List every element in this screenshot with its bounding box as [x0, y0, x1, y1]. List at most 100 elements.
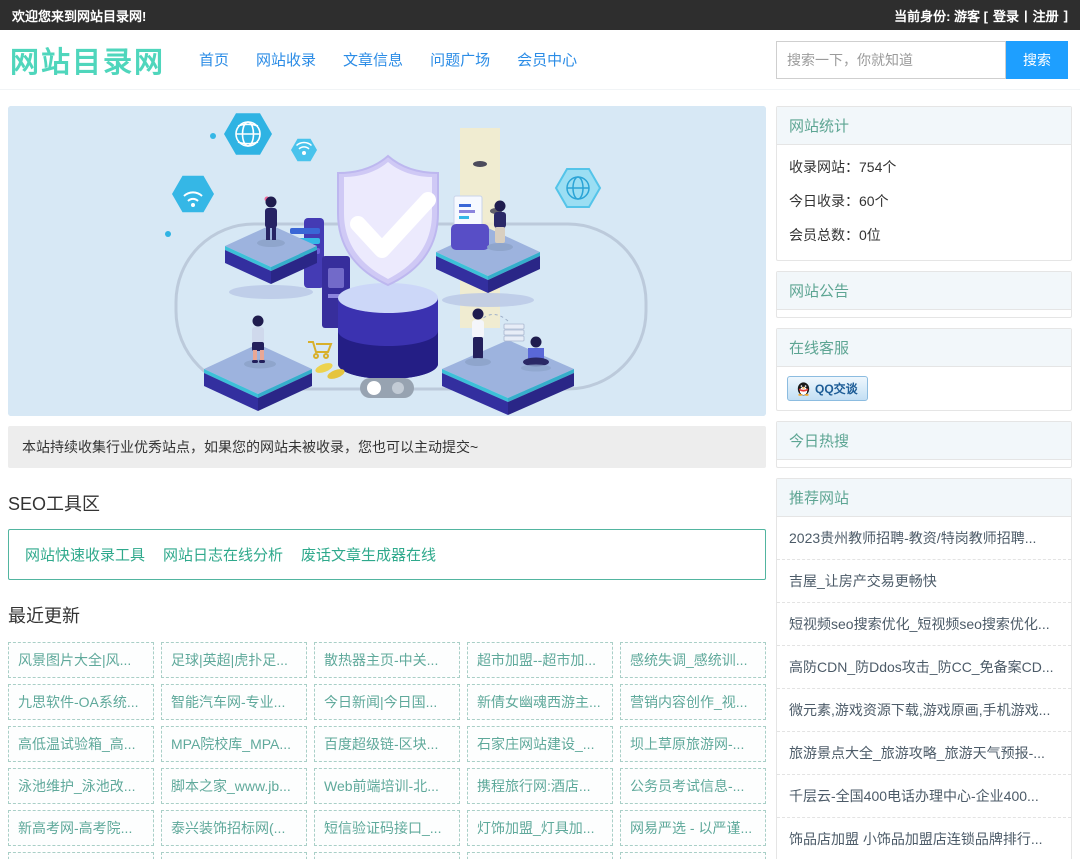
search-button[interactable]: 搜索	[1006, 41, 1068, 79]
seo-tool-link[interactable]: 网站快速收录工具	[25, 547, 145, 564]
recent-site-link[interactable]: 今日新闻|今日国...	[314, 684, 460, 720]
stats-label: 今日收录：	[789, 193, 859, 209]
recent-site-link[interactable]: 智能汽车网-专业...	[161, 684, 307, 720]
recent-site-link[interactable]: 感统失调_感统训...	[620, 642, 766, 678]
recent-site-link[interactable]: 新倩女幽魂西游主...	[467, 684, 613, 720]
login-link[interactable]: 登录	[993, 6, 1019, 25]
recent-site-link[interactable]: 泰兴装饰招标网(...	[161, 810, 307, 846]
recent-site-link[interactable]: 泳池维护_泳池改...	[8, 768, 154, 804]
recent-site-link[interactable]: 携程旅行网:酒店...	[467, 768, 613, 804]
stats-row: 会员总数：0位	[789, 218, 1059, 252]
recommended-item: 2023贵州教师招聘-教资/特岗教师招聘...	[777, 517, 1071, 560]
stats-row: 今日收录：60个	[789, 184, 1059, 218]
recommended-item: 千层云-全国400电话办理中心-企业400...	[777, 775, 1071, 818]
site-header: 网站目录网 首页 网站收录 文章信息 问题广场 会员中心 搜索	[0, 30, 1080, 90]
announcement-panel: 网站公告	[776, 271, 1072, 318]
hot-search-title: 今日热搜	[777, 422, 1071, 460]
qq-chat-label: QQ交谈	[815, 380, 858, 397]
sidebar: 网站统计 收录网站：754个 今日收录：60个 会员总数：0位 网站公告 在线客…	[776, 106, 1072, 859]
recent-site-link[interactable]: 营销内容创作_视...	[620, 684, 766, 720]
nav-link[interactable]: 问题广场	[430, 49, 490, 70]
recommended-item: 高防CDN_防Ddos攻击_防CC_免备案CD...	[777, 646, 1071, 689]
recommended-site-link[interactable]: 微元素,游戏资源下载,游戏原画,手机游戏...	[777, 689, 1071, 731]
nav-link[interactable]: 首页	[199, 49, 229, 70]
recommended-site-link[interactable]: 旅游景点大全_旅游攻略_旅游天气预报-...	[777, 732, 1071, 774]
seo-tool-link[interactable]: 废话文章生成器在线	[301, 547, 436, 564]
recent-site-link[interactable]: 脚本之家_www.jb...	[161, 768, 307, 804]
recommended-panel: 推荐网站 2023贵州教师招聘-教资/特岗教师招聘...吉屋_让房产交易更畅快短…	[776, 478, 1072, 859]
person-figure	[451, 196, 513, 251]
stats-value: 0位	[859, 227, 881, 243]
recent-site-link[interactable]: Web前端培训-北...	[314, 768, 460, 804]
recommended-item: 饰品店加盟 小饰品加盟店连锁品牌排行...	[777, 818, 1071, 859]
identity-suffix: ]	[1064, 8, 1068, 23]
recent-site-link[interactable]: 百度超级链-区块...	[314, 726, 460, 762]
hero-illustration	[8, 106, 766, 416]
search-input[interactable]	[776, 41, 1006, 79]
stats-panel: 网站统计 收录网站：754个 今日收录：60个 会员总数：0位	[776, 106, 1072, 261]
recent-site-link[interactable]: 九思软件-OA系统...	[8, 684, 154, 720]
recent-site-link[interactable]: 网易严选 - 以严谨...	[620, 810, 766, 846]
recommended-item: 微元素,游戏资源下载,游戏原画,手机游戏...	[777, 689, 1071, 732]
recommended-site-link[interactable]: 高防CDN_防Ddos攻击_防CC_免备案CD...	[777, 646, 1071, 688]
recent-updates-title: 最近更新	[8, 602, 766, 628]
recent-site-link[interactable]: 石家庄网站建设_...	[467, 726, 613, 762]
customer-service-body: QQ交谈	[777, 367, 1071, 410]
recent-updates-grid: 风景图片大全|风...足球|英超|虎扑足...散热器主页-中关...超市加盟--…	[8, 642, 766, 859]
welcome-text: 欢迎您来到网站目录网!	[12, 6, 146, 25]
recent-site-link[interactable]: 短信验证码接口_...	[314, 810, 460, 846]
recent-site-link[interactable]: 高新技术企业认证...	[620, 852, 766, 859]
customer-service-title: 在线客服	[777, 329, 1071, 367]
seo-tool-link[interactable]: 网站日志在线分析	[163, 547, 283, 564]
identity-divider: |	[1024, 8, 1028, 23]
recent-site-link[interactable]: 新高考网-高考院...	[8, 810, 154, 846]
recent-site-link[interactable]: 休闲食品加盟 休...	[8, 852, 154, 859]
recommended-site-link[interactable]: 吉屋_让房产交易更畅快	[777, 560, 1071, 602]
stats-body: 收录网站：754个 今日收录：60个 会员总数：0位	[777, 145, 1071, 260]
recent-site-link[interactable]: 智能汽车时代的畅...	[314, 852, 460, 859]
recent-site-link[interactable]: 足球|英超|虎扑足...	[161, 642, 307, 678]
recent-site-link[interactable]: 网易数智 - 助力企...	[161, 852, 307, 859]
hot-search-panel: 今日热搜	[776, 421, 1072, 468]
recent-site-link[interactable]: 风景图片大全|风...	[8, 642, 154, 678]
identity-label: 当前身份: 游客 [	[894, 6, 988, 25]
stats-panel-title: 网站统计	[777, 107, 1071, 145]
identity-bar: 当前身份: 游客 [ 登录 | 注册 ]	[894, 6, 1068, 25]
recent-site-link[interactable]: MPA院校库_MPA...	[161, 726, 307, 762]
register-link[interactable]: 注册	[1033, 6, 1059, 25]
recommended-item: 吉屋_让房产交易更畅快	[777, 560, 1071, 603]
qq-chat-button[interactable]: QQ交谈	[787, 376, 868, 401]
recommended-title: 推荐网站	[777, 479, 1071, 517]
submit-notice: 本站持续收集行业优秀站点，如果您的网站未被收录，您也可以主动提交~	[8, 426, 766, 468]
recent-site-link[interactable]: 高低温试验箱_高...	[8, 726, 154, 762]
recent-site-link[interactable]: 坝上草原旅游网-...	[620, 726, 766, 762]
recommended-item: 短视频seo搜索优化_短视频seo搜索优化...	[777, 603, 1071, 646]
recommended-site-link[interactable]: 饰品店加盟 小饰品加盟店连锁品牌排行...	[777, 818, 1071, 859]
seo-tools-box: 网站快速收录工具 网站日志在线分析 废话文章生成器在线	[8, 529, 766, 580]
recommended-list: 2023贵州教师招聘-教资/特岗教师招聘...吉屋_让房产交易更畅快短视频seo…	[777, 517, 1071, 859]
recent-site-link[interactable]: 超市加盟--超市加...	[467, 642, 613, 678]
recommended-item: 旅游景点大全_旅游攻略_旅游天气预报-...	[777, 732, 1071, 775]
seo-tools-title: SEO工具区	[8, 490, 766, 516]
topbar: 欢迎您来到网站目录网! 当前身份: 游客 [ 登录 | 注册 ]	[0, 0, 1080, 30]
recent-site-link[interactable]: 散热器主页-中关...	[314, 642, 460, 678]
nav-link[interactable]: 网站收录	[256, 49, 316, 70]
globe-outline-hexagon-icon	[556, 169, 600, 207]
recent-site-link[interactable]: ktv加盟_量贩式kt...	[467, 852, 613, 859]
nav-link[interactable]: 会员中心	[517, 49, 577, 70]
site-logo[interactable]: 网站目录网	[10, 39, 165, 81]
stats-label: 收录网站：	[789, 159, 859, 175]
recommended-site-link[interactable]: 2023贵州教师招聘-教资/特岗教师招聘...	[777, 517, 1071, 559]
toggle-pill	[360, 378, 414, 398]
customer-service-panel: 在线客服 QQ交谈	[776, 328, 1072, 411]
announcement-body	[777, 310, 1071, 317]
recent-site-link[interactable]: 灯饰加盟_灯具加...	[467, 810, 613, 846]
main-content: 本站持续收集行业优秀站点，如果您的网站未被收录，您也可以主动提交~ SEO工具区…	[0, 90, 1080, 859]
recent-site-link[interactable]: 公务员考试信息-...	[620, 768, 766, 804]
announcement-panel-title: 网站公告	[777, 272, 1071, 310]
recommended-site-link[interactable]: 千层云-全国400电话办理中心-企业400...	[777, 775, 1071, 817]
search-box: 搜索	[776, 41, 1068, 79]
recommended-site-link[interactable]: 短视频seo搜索优化_短视频seo搜索优化...	[777, 603, 1071, 645]
left-column: 本站持续收集行业优秀站点，如果您的网站未被收录，您也可以主动提交~ SEO工具区…	[8, 106, 766, 859]
nav-link[interactable]: 文章信息	[343, 49, 403, 70]
